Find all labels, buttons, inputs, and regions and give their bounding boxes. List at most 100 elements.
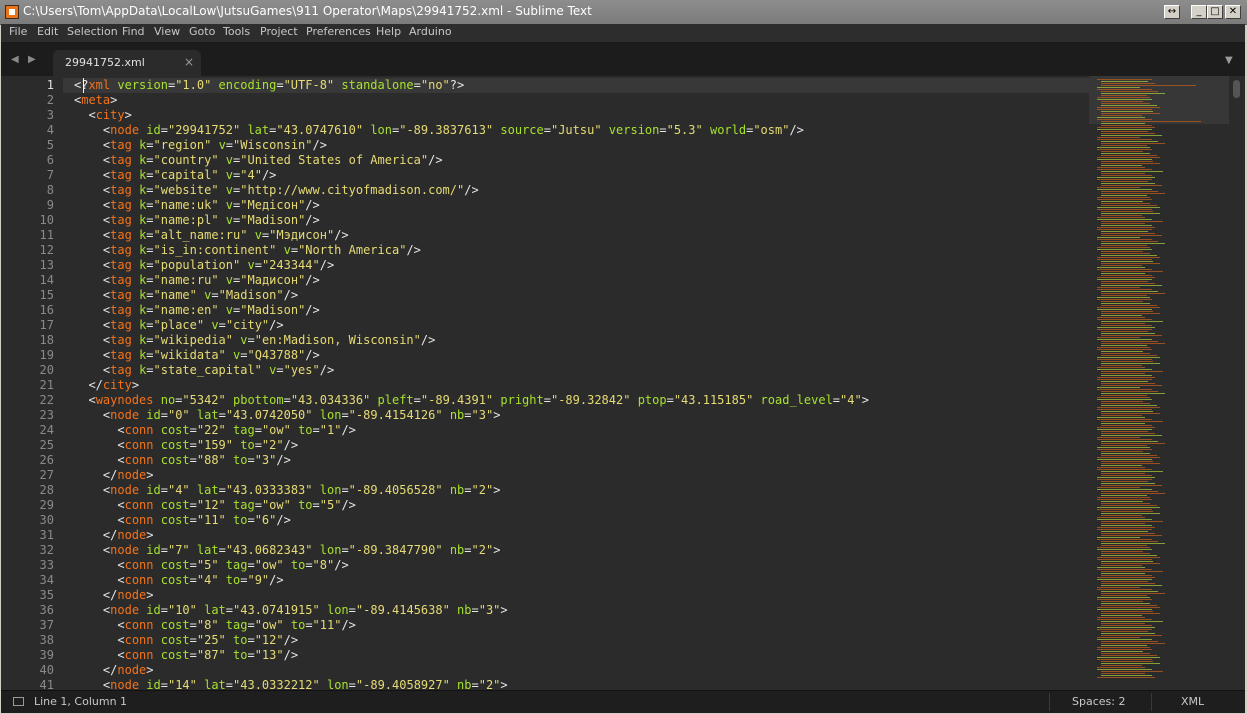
- code-line[interactable]: <conn cost="11" to="6"/>: [74, 513, 1089, 528]
- minimap-line: [1097, 657, 1160, 658]
- menu-view[interactable]: View: [154, 25, 180, 38]
- minimap-line: [1101, 601, 1143, 602]
- menu-find[interactable]: Find: [122, 25, 145, 38]
- title-bar: C:\Users\Tom\AppData\LocalLow\JutsuGames…: [0, 0, 1247, 25]
- menu-edit[interactable]: Edit: [37, 25, 58, 38]
- code-line[interactable]: <conn cost="88" to="3"/>: [74, 453, 1089, 468]
- minimap-line: [1101, 673, 1145, 674]
- menu-help[interactable]: Help: [376, 25, 401, 38]
- resize-button[interactable]: ↔: [1164, 5, 1180, 19]
- code-line[interactable]: <tag k="wikidata" v="Q43788"/>: [74, 348, 1089, 363]
- minimap-line: [1101, 201, 1143, 202]
- code-line[interactable]: <tag k="region" v="Wisconsin"/>: [74, 138, 1089, 153]
- minimap-line: [1101, 365, 1142, 366]
- code-line[interactable]: </city>: [74, 378, 1089, 393]
- code-line[interactable]: <conn cost="12" tag="ow" to="5"/>: [74, 498, 1089, 513]
- menu-tools[interactable]: Tools: [223, 25, 250, 38]
- minimap-line: [1101, 493, 1165, 494]
- code-line[interactable]: <tag k="website" v="http://www.cityofmad…: [74, 183, 1089, 198]
- code-line[interactable]: <tag k="capital" v="4"/>: [74, 168, 1089, 183]
- minimap-line: [1097, 127, 1155, 128]
- minimap-line: [1101, 431, 1148, 432]
- code-line[interactable]: <conn cost="5" tag="ow" to="8"/>: [74, 558, 1089, 573]
- minimap-line: [1101, 343, 1165, 344]
- menu-arduino[interactable]: Arduino: [409, 25, 452, 38]
- minimap-line: [1097, 539, 1152, 540]
- code-line[interactable]: <waynodes no="5342" pbottom="43.034336" …: [74, 393, 1089, 408]
- code-line[interactable]: <tag k="state_capital" v="yes"/>: [74, 363, 1089, 378]
- minimap-line: [1101, 191, 1158, 192]
- menu-selection[interactable]: Selection: [67, 25, 118, 38]
- minimap-line: [1101, 211, 1153, 212]
- code-line[interactable]: <node id="4" lat="43.0333383" lon="-89.4…: [74, 483, 1089, 498]
- scrollbar-thumb[interactable]: [1233, 80, 1240, 98]
- code-line[interactable]: <tag k="name" v="Madison"/>: [74, 288, 1089, 303]
- tab-close-icon[interactable]: ×: [184, 55, 194, 69]
- minimap-line: [1101, 435, 1162, 436]
- vertical-scrollbar[interactable]: [1229, 76, 1245, 690]
- code-line[interactable]: <tag k="country" v="United States of Ame…: [74, 153, 1089, 168]
- code-line[interactable]: <conn cost="22" tag="ow" to="1"/>: [74, 423, 1089, 438]
- status-syntax[interactable]: XML: [1181, 695, 1204, 708]
- minimize-button[interactable]: _: [1191, 5, 1207, 19]
- close-button[interactable]: ✕: [1225, 5, 1241, 19]
- menu-project[interactable]: Project: [260, 25, 298, 38]
- code-view[interactable]: <?xml version="1.0" encoding="UTF-8" sta…: [74, 78, 1089, 690]
- code-line[interactable]: </node>: [74, 663, 1089, 678]
- code-line[interactable]: <node id="10" lat="43.0741915" lon="-89.…: [74, 603, 1089, 618]
- minimap-line: [1101, 205, 1157, 206]
- minimap-line: [1097, 217, 1145, 218]
- code-line[interactable]: <node id="0" lat="43.0742050" lon="-89.4…: [74, 408, 1089, 423]
- minimap-line: [1101, 371, 1163, 372]
- code-line[interactable]: <node id="29941752" lat="43.0747610" lon…: [74, 123, 1089, 138]
- menu-goto[interactable]: Goto: [189, 25, 215, 38]
- minimap-line: [1101, 483, 1155, 484]
- code-line[interactable]: <tag k="name:uk" v="Медісон"/>: [74, 198, 1089, 213]
- tab-forward-icon[interactable]: ▶: [28, 54, 36, 65]
- code-line[interactable]: <?xml version="1.0" encoding="UTF-8" sta…: [74, 78, 1089, 93]
- minimap-line: [1097, 637, 1140, 638]
- minimap-line: [1097, 327, 1155, 328]
- code-line[interactable]: </node>: [74, 468, 1089, 483]
- minimap-line: [1097, 579, 1152, 580]
- code-line[interactable]: </node>: [74, 528, 1089, 543]
- minimap-line: [1097, 437, 1140, 438]
- minimap[interactable]: [1089, 76, 1229, 690]
- code-line[interactable]: <tag k="name:pl" v="Madison"/>: [74, 213, 1089, 228]
- code-line[interactable]: <tag k="place" v="city"/>: [74, 318, 1089, 333]
- panel-toggle-icon[interactable]: [13, 697, 24, 706]
- code-line[interactable]: <tag k="wikipedia" v="en:Madison, Wiscon…: [74, 333, 1089, 348]
- minimap-line: [1101, 481, 1148, 482]
- code-line[interactable]: <conn cost="25" to="12"/>: [74, 633, 1089, 648]
- minimap-line: [1097, 669, 1152, 670]
- line-number: 35: [39, 588, 54, 602]
- code-line[interactable]: </node>: [74, 588, 1089, 603]
- maximize-button[interactable]: □: [1207, 5, 1223, 19]
- code-line[interactable]: <tag k="is_in:continent" v="North Americ…: [74, 243, 1089, 258]
- code-line[interactable]: <node id="14" lat="43.0332212" lon="-89.…: [74, 678, 1089, 690]
- editor-area[interactable]: 1 2 3 4 5 6 7 8 9 10 11 12 13 14 15 16 17 18 19 20 21 22 23 24 2…: [1, 76, 1245, 690]
- code-line[interactable]: <conn cost="8" tag="ow" to="11"/>: [74, 618, 1089, 633]
- minimap-line: [1097, 627, 1155, 628]
- code-line[interactable]: <node id="7" lat="43.0682343" lon="-89.3…: [74, 543, 1089, 558]
- code-line[interactable]: <conn cost="4" to="9"/>: [74, 573, 1089, 588]
- code-line[interactable]: <tag k="name:en" v="Madison"/>: [74, 303, 1089, 318]
- minimap-line: [1101, 545, 1147, 546]
- code-line[interactable]: <city>: [74, 108, 1089, 123]
- tab-menu-icon[interactable]: ▼: [1225, 55, 1233, 66]
- menu-preferences[interactable]: Preferences: [306, 25, 371, 38]
- code-line[interactable]: <tag k="name:ru" v="Мадисон"/>: [74, 273, 1089, 288]
- code-line[interactable]: <conn cost="87" to="13"/>: [74, 648, 1089, 663]
- code-line[interactable]: <tag k="alt_name:ru" v="Мэдисон"/>: [74, 228, 1089, 243]
- status-indentation[interactable]: Spaces: 2: [1072, 695, 1125, 708]
- minimap-line: [1101, 633, 1155, 634]
- minimap-line: [1101, 353, 1150, 354]
- code-line[interactable]: <tag k="population" v="243344"/>: [74, 258, 1089, 273]
- tab-back-icon[interactable]: ◀: [11, 54, 19, 65]
- code-line[interactable]: <conn cost="159" to="2"/>: [74, 438, 1089, 453]
- line-number: 20: [39, 363, 54, 377]
- code-line[interactable]: <meta>: [74, 93, 1089, 108]
- menu-file[interactable]: File: [9, 25, 27, 38]
- minimap-line: [1101, 345, 1147, 346]
- tab-29941752-xml[interactable]: 29941752.xml ×: [53, 50, 201, 76]
